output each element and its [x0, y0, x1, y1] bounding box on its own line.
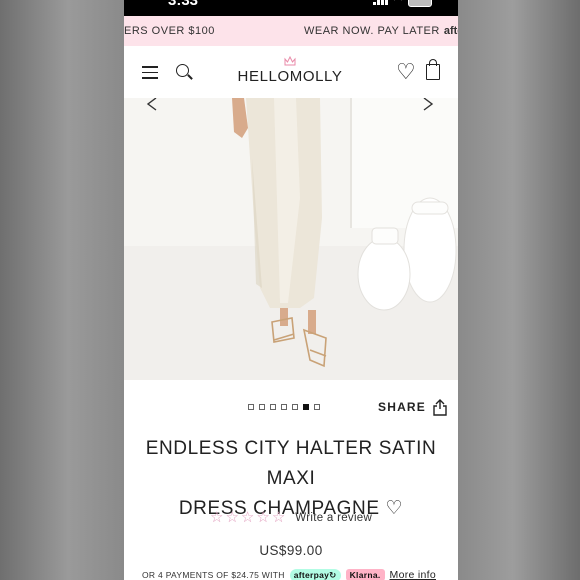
promo-right-label: WEAR NOW. PAY LATER	[304, 25, 440, 37]
pagination-dot[interactable]	[259, 404, 265, 410]
star-icon: ☆	[225, 509, 239, 526]
pagination-dot[interactable]	[303, 404, 309, 410]
pagination-dot[interactable]	[281, 404, 287, 410]
bag-icon[interactable]	[426, 59, 440, 80]
star-icon: ☆	[271, 509, 286, 526]
share-button[interactable]: SHARE	[378, 398, 448, 416]
phone-screen: 3:33 ERS OVER $100 WEAR NOW. PAY LATER af…	[124, 0, 458, 580]
previous-image-icon[interactable]	[144, 98, 158, 112]
promo-afterpay-brand: afterpa	[443, 25, 458, 37]
installment-text: OR 4 PAYMENTS OF $24.75 WITH	[142, 570, 285, 580]
product-title-line-1: ENDLESS CITY HALTER SATIN MAXI	[145, 438, 437, 489]
klarna-badge: Klarna.	[345, 569, 385, 580]
battery-icon	[408, 0, 432, 7]
pagination-dot[interactable]	[270, 404, 276, 410]
product-photo-illustration	[232, 98, 457, 368]
rating-stars: ☆ ☆ ☆ ☆ ☆	[210, 510, 285, 526]
status-time: 3:33	[168, 0, 199, 9]
product-rating: ☆ ☆ ☆ ☆ ☆ Write a review	[210, 510, 372, 526]
pagination-dot[interactable]	[314, 404, 320, 410]
site-header: HELLOMOLLY ♡	[124, 46, 458, 99]
more-info-link[interactable]: More info	[390, 569, 436, 580]
star-icon: ☆	[256, 509, 270, 526]
signal-icon	[373, 0, 388, 5]
image-pagination	[248, 404, 320, 410]
star-icon: ☆	[210, 509, 224, 526]
write-review-link[interactable]: Write a review	[295, 512, 372, 524]
installment-row: OR 4 PAYMENTS OF $24.75 WITH afterpay↻ K…	[142, 568, 458, 580]
promo-left-text: ERS OVER $100	[124, 25, 215, 37]
next-image-icon[interactable]	[422, 98, 436, 112]
promo-right-text: WEAR NOW. PAY LATERafterpa	[304, 25, 458, 37]
share-icon	[433, 399, 447, 416]
pagination-dot[interactable]	[248, 404, 254, 410]
blurred-background-left	[0, 0, 124, 580]
wifi-icon	[394, 0, 402, 5]
promo-banner[interactable]: ERS OVER $100 WEAR NOW. PAY LATERafterpa	[124, 16, 458, 46]
heart-icon[interactable]: ♡	[396, 61, 416, 83]
product-price: US$99.00	[259, 543, 323, 558]
blurred-background-right	[458, 0, 580, 580]
pagination-dot[interactable]	[292, 404, 298, 410]
star-icon: ☆	[240, 509, 255, 526]
menu-icon[interactable]	[142, 66, 158, 79]
crown-icon	[284, 56, 296, 66]
site-logo[interactable]: HELLOMOLLY	[234, 54, 346, 94]
logo-text: HELLOMOLLY	[237, 68, 343, 85]
search-icon[interactable]	[176, 64, 193, 80]
share-label: SHARE	[378, 400, 427, 414]
product-image[interactable]	[124, 98, 458, 380]
status-icons	[373, 0, 432, 7]
status-bar: 3:33	[124, 0, 458, 16]
afterpay-badge: afterpay↻	[289, 568, 341, 580]
